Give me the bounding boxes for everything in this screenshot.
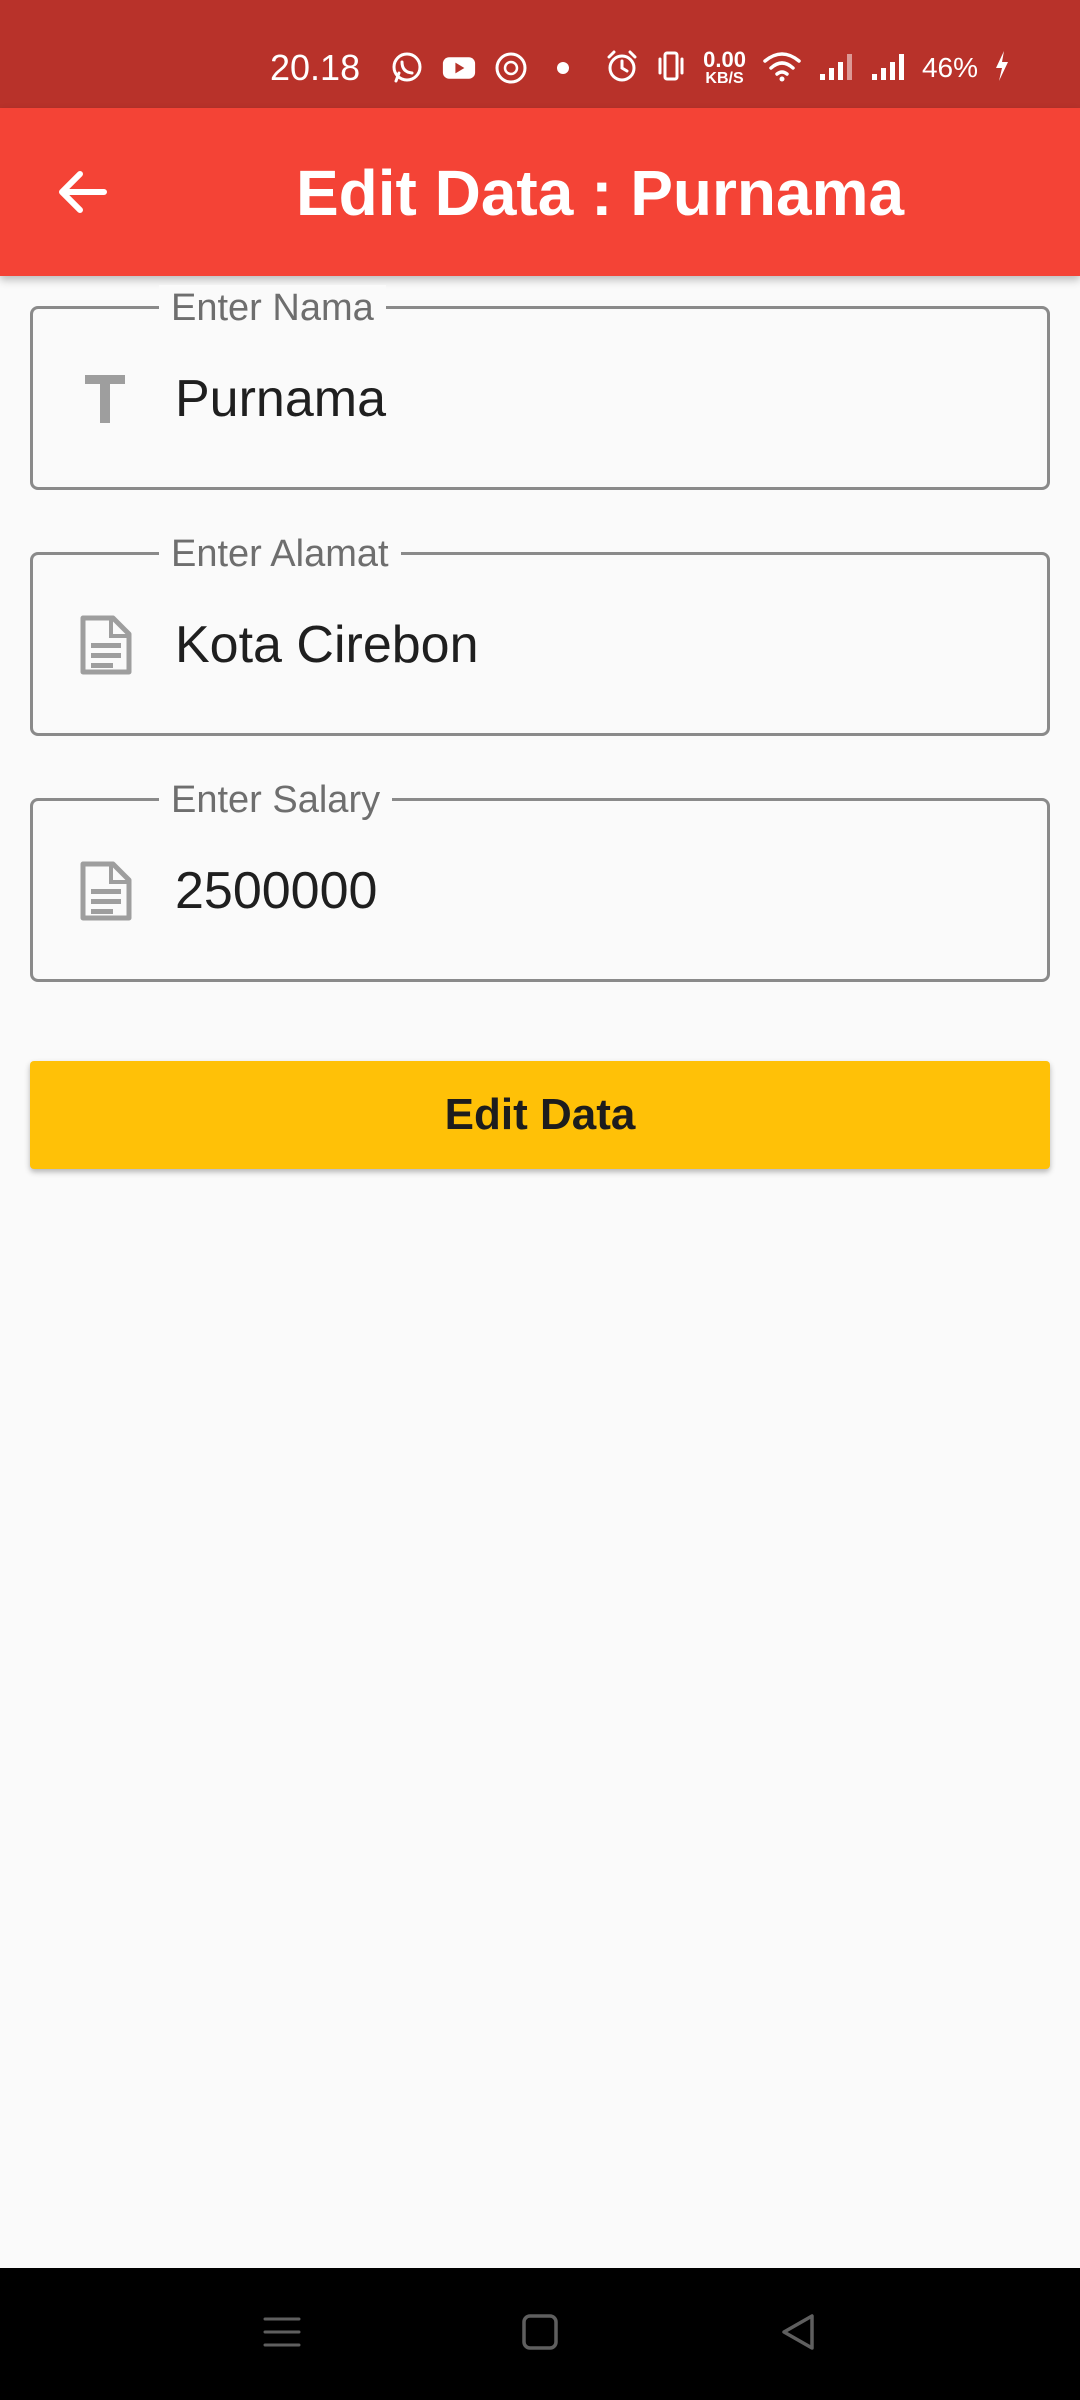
nama-field-label: Enter Nama xyxy=(159,285,386,331)
alamat-field-label: Enter Alamat xyxy=(159,531,401,577)
network-speed-unit: KB/S xyxy=(705,70,744,87)
alamat-input[interactable] xyxy=(175,595,1015,695)
home-button[interactable] xyxy=(504,2298,576,2370)
nama-input[interactable] xyxy=(175,349,1015,449)
system-navigation-bar xyxy=(0,2268,1080,2400)
recent-apps-button[interactable] xyxy=(246,2298,318,2370)
salary-field-label: Enter Salary xyxy=(159,777,393,823)
back-button[interactable] xyxy=(40,152,124,236)
battery-percentage: 46% xyxy=(921,52,978,83)
back-triangle-icon xyxy=(778,2312,818,2357)
salary-input[interactable] xyxy=(175,841,1015,941)
alamat-field[interactable]: Enter Alamat xyxy=(30,531,1050,736)
back-nav-button[interactable] xyxy=(762,2298,834,2370)
signal-icon-2 xyxy=(870,50,906,87)
page-title: Edit Data : Purnama xyxy=(295,157,905,229)
status-time: 20.18 xyxy=(270,47,361,88)
edit-data-button[interactable]: Edit Data xyxy=(30,1061,1050,1169)
status-notification-icons xyxy=(390,44,580,92)
arrow-back-icon xyxy=(54,164,110,225)
wifi-icon xyxy=(762,50,802,87)
app-bar: Edit Data : Purnama xyxy=(0,108,1080,276)
notification-badge-icon xyxy=(494,51,528,85)
nama-field[interactable]: Enter Nama xyxy=(30,285,1050,490)
menu-icon xyxy=(262,2312,302,2357)
document-icon xyxy=(73,859,137,923)
signal-icon xyxy=(818,50,854,87)
salary-field[interactable]: Enter Salary xyxy=(30,777,1050,982)
document-icon xyxy=(73,613,137,677)
youtube-icon xyxy=(442,51,476,85)
whatsapp-icon xyxy=(390,51,424,85)
text-fields-icon xyxy=(73,367,137,431)
alarm-icon xyxy=(605,49,639,88)
status-system-icons: 0.00 KB/S 46% xyxy=(605,44,1010,92)
network-speed-value: 0.00 xyxy=(703,47,746,72)
status-bar: 20.18 0.00 KB/S 46% xyxy=(0,0,1080,108)
charging-icon xyxy=(994,50,1010,87)
dot-icon xyxy=(546,51,580,85)
vibrate-icon xyxy=(655,49,687,88)
network-speed: 0.00 KB/S xyxy=(703,49,746,87)
home-square-icon xyxy=(520,2312,560,2357)
